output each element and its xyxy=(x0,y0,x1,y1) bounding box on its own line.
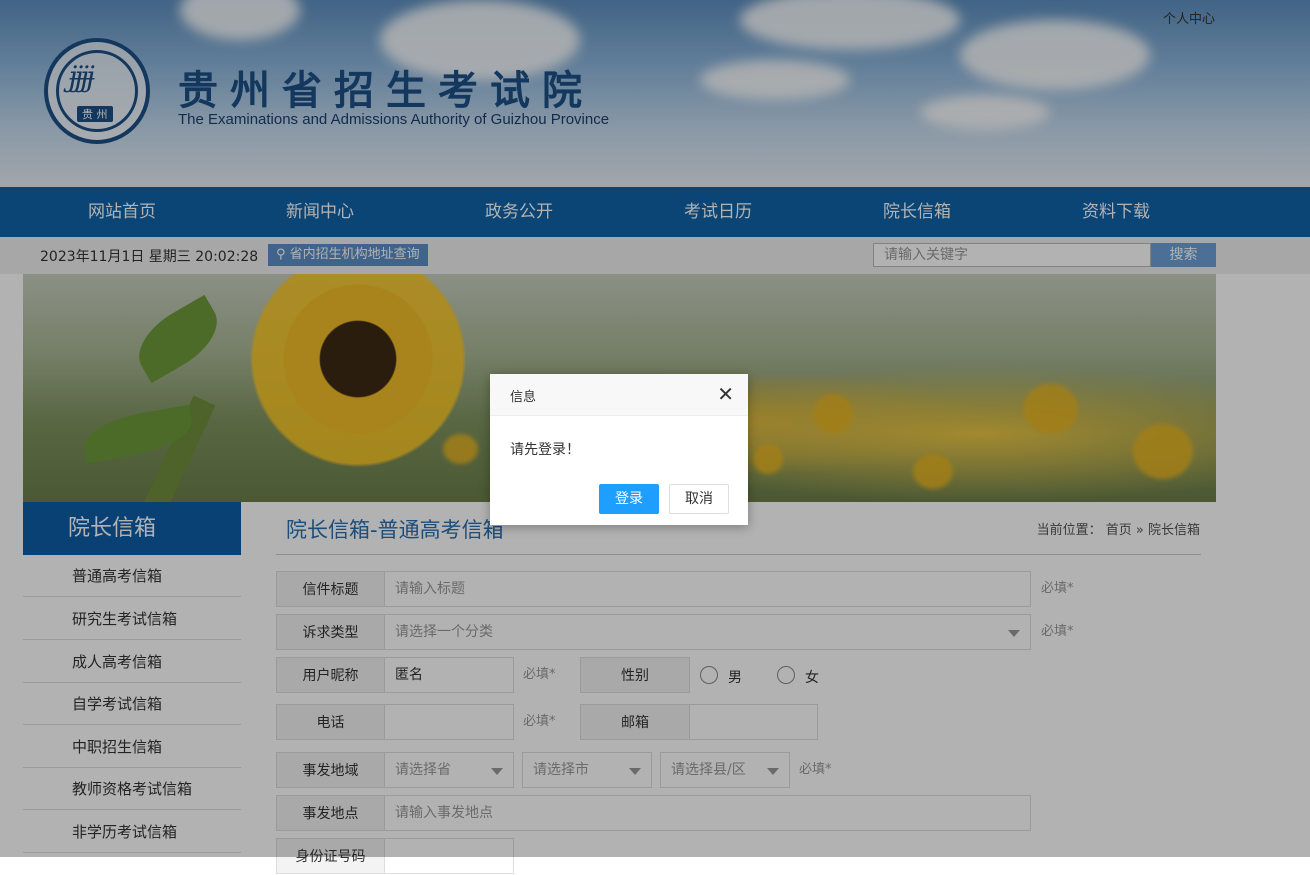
cancel-button[interactable]: 取消 xyxy=(669,484,729,514)
close-icon[interactable]: ✕ xyxy=(717,382,734,406)
login-button[interactable]: 登录 xyxy=(599,484,659,514)
dialog-title: 信息 xyxy=(510,390,537,405)
dialog-header: 信息 ✕ xyxy=(490,374,748,416)
login-required-dialog: 信息 ✕ 请先登录！ 登录 取消 xyxy=(490,374,748,525)
dialog-message: 请先登录！ xyxy=(510,442,580,458)
